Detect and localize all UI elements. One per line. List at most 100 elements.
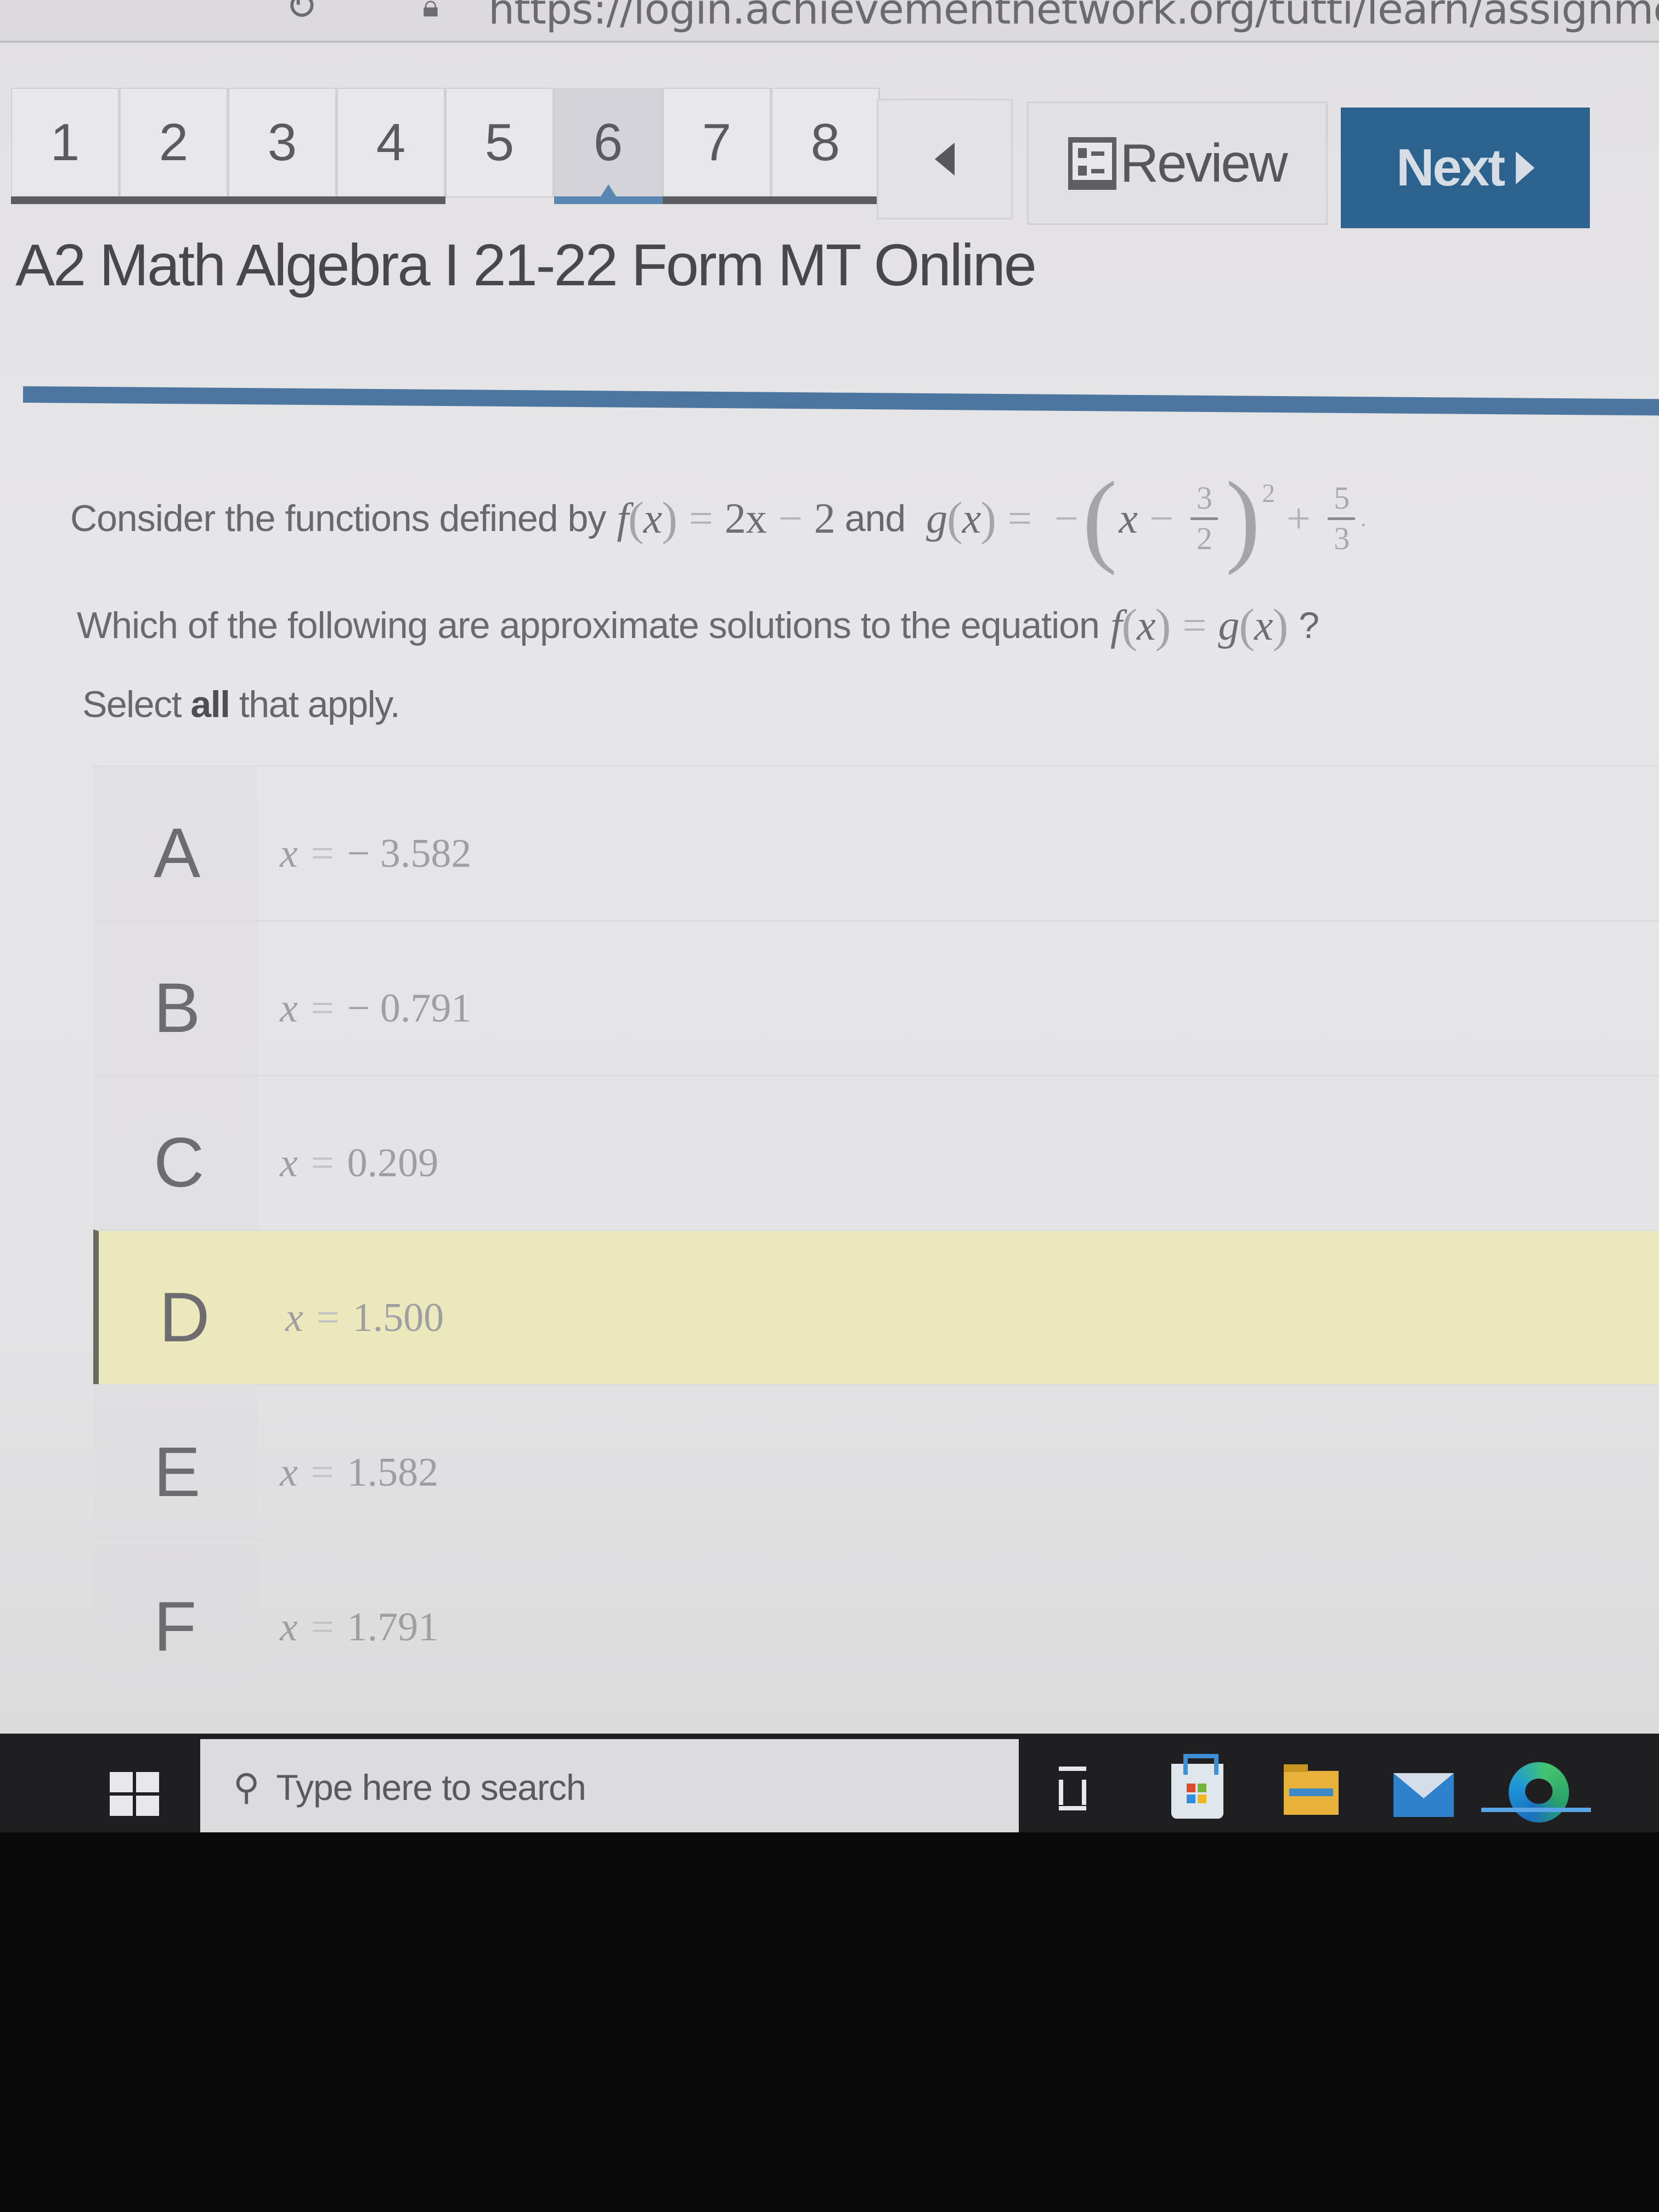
review-button[interactable]: Review [1027, 101, 1328, 225]
next-button[interactable]: Next [1341, 108, 1590, 228]
stem-and: and [834, 498, 916, 539]
question-number: 2 [159, 113, 189, 172]
option-number: − 3.582 [347, 831, 472, 876]
math-minus: − [1149, 494, 1173, 542]
question-ask: Which of the following are approximate s… [77, 598, 1319, 653]
answered-indicator [663, 196, 771, 204]
math-g: g [1218, 601, 1239, 649]
edge-icon[interactable] [1509, 1762, 1569, 1822]
url-text[interactable]: https://login.achievementnetwork.org/tut… [488, 0, 1659, 33]
question-mark: ? [1299, 605, 1319, 646]
active-app-indicator [1481, 1808, 1591, 1812]
denominator: 2 [1196, 520, 1212, 556]
option-letter: F [154, 1588, 197, 1666]
option-equals: = [311, 1141, 334, 1186]
option-number: 1.791 [347, 1605, 439, 1650]
question-number: 6 [593, 113, 623, 172]
answered-indicator [337, 196, 445, 204]
answer-option-e[interactable]: Ex = 1.582 [93, 1384, 1659, 1539]
option-equals: = [311, 986, 334, 1031]
paren-close: ) [662, 492, 678, 545]
question-tab-8[interactable]: 8 [771, 88, 880, 204]
option-var: x [280, 831, 298, 876]
answer-option-a[interactable]: Ax = − 3.582 [93, 765, 1659, 920]
math-g: g [926, 494, 947, 542]
paren-close: ) [1155, 599, 1171, 652]
next-label: Next [1396, 138, 1505, 197]
numerator: 3 [1196, 479, 1212, 516]
paren-close: ) [1272, 599, 1289, 652]
numerator: 5 [1334, 479, 1350, 516]
question-stem: Consider the functions defined by f (x) … [70, 466, 1366, 571]
screen: ↻ 🔒︎ https://login.achievementnetwork.or… [0, 0, 1659, 1832]
question-number: 7 [702, 113, 732, 172]
question-tab-1[interactable]: 1 [11, 88, 120, 204]
triangle-left-icon [935, 143, 955, 176]
option-letter: C [154, 1124, 205, 1202]
math-x: x [1254, 601, 1273, 649]
option-value: x = 1.500 [285, 1295, 444, 1341]
denominator: 3 [1334, 520, 1350, 556]
option-var: x [285, 1295, 303, 1340]
mail-icon[interactable] [1393, 1773, 1454, 1817]
answer-option-b[interactable]: Bx = − 0.791 [93, 920, 1659, 1075]
fraction-3-2: 3 2 [1190, 479, 1218, 556]
taskbar-search-input[interactable]: ⚲ Type here to search [200, 1739, 1019, 1832]
question-number: 3 [267, 113, 297, 172]
fraction-5-3: 5 3 [1328, 479, 1356, 556]
math-plus: + [1286, 494, 1311, 542]
answer-option-f[interactable]: Fx = 1.791 [93, 1539, 1659, 1694]
windows-taskbar: ⚲ Type here to search [0, 1734, 1659, 1832]
instruction: Select all that apply. [82, 683, 400, 726]
browser-address-bar[interactable]: ↻ 🔒︎ https://login.achievementnetwork.or… [0, 0, 1659, 43]
answer-option-c[interactable]: Cx = 0.209 [93, 1075, 1659, 1229]
option-equals: = [316, 1295, 340, 1340]
option-value: x = 1.582 [280, 1449, 438, 1496]
math-equals: = [1182, 601, 1206, 649]
option-number: 1.500 [352, 1295, 444, 1340]
math-equals: = [689, 494, 713, 542]
question-number: 1 [50, 113, 80, 172]
file-explorer-icon[interactable] [1284, 1764, 1339, 1815]
option-value: x = − 0.791 [280, 985, 471, 1032]
answered-indicator [771, 196, 880, 204]
math-minus: − [778, 494, 803, 542]
math-2: 2 [814, 494, 836, 542]
review-list-icon [1068, 137, 1117, 190]
option-value: x = 1.791 [280, 1604, 438, 1651]
math-x: x [962, 494, 981, 542]
triangle-right-icon [1516, 151, 1535, 184]
paren-open: ( [1239, 599, 1255, 652]
question-tab-6[interactable]: 6 [554, 88, 663, 204]
reload-icon[interactable]: ↻ [285, 0, 318, 29]
option-letter: A [154, 814, 201, 893]
previous-button[interactable] [877, 99, 1013, 219]
paren-open: ( [947, 492, 963, 545]
question-number: 8 [810, 113, 840, 172]
windows-start-icon[interactable] [110, 1772, 159, 1816]
fraction-bar [1328, 517, 1356, 520]
answer-options: Ax = − 3.582 Bx = − 0.791 Cx = 0.209 Dx = 1.500 Ex = 1… [93, 765, 1659, 1694]
question-tab-3[interactable]: 3 [228, 88, 337, 204]
question-tab-2[interactable]: 2 [120, 88, 228, 204]
stem-text: Consider the functions defined by [70, 498, 606, 539]
math-f: f [617, 494, 629, 542]
paren-open: ( [1121, 599, 1137, 652]
question-tab-7[interactable]: 7 [663, 88, 771, 204]
task-view-icon[interactable] [1059, 1767, 1092, 1810]
microsoft-store-icon[interactable] [1171, 1754, 1223, 1819]
option-number: − 0.791 [347, 986, 472, 1031]
option-equals: = [311, 1450, 334, 1495]
search-icon: ⚲ [233, 1767, 260, 1807]
option-letter: D [159, 1278, 210, 1357]
answer-option-d[interactable]: Dx = 1.500 [93, 1229, 1659, 1384]
option-letter: E [154, 1433, 201, 1511]
question-tab-5[interactable]: 5 [445, 88, 554, 198]
option-equals: = [311, 1605, 334, 1650]
math-2x: 2x [724, 494, 767, 542]
answered-indicator [120, 196, 228, 204]
instruction-pre: Select [82, 684, 191, 725]
question-tab-4[interactable]: 4 [337, 88, 445, 204]
question-number: 5 [484, 113, 515, 172]
paren-open: ( [628, 492, 644, 545]
